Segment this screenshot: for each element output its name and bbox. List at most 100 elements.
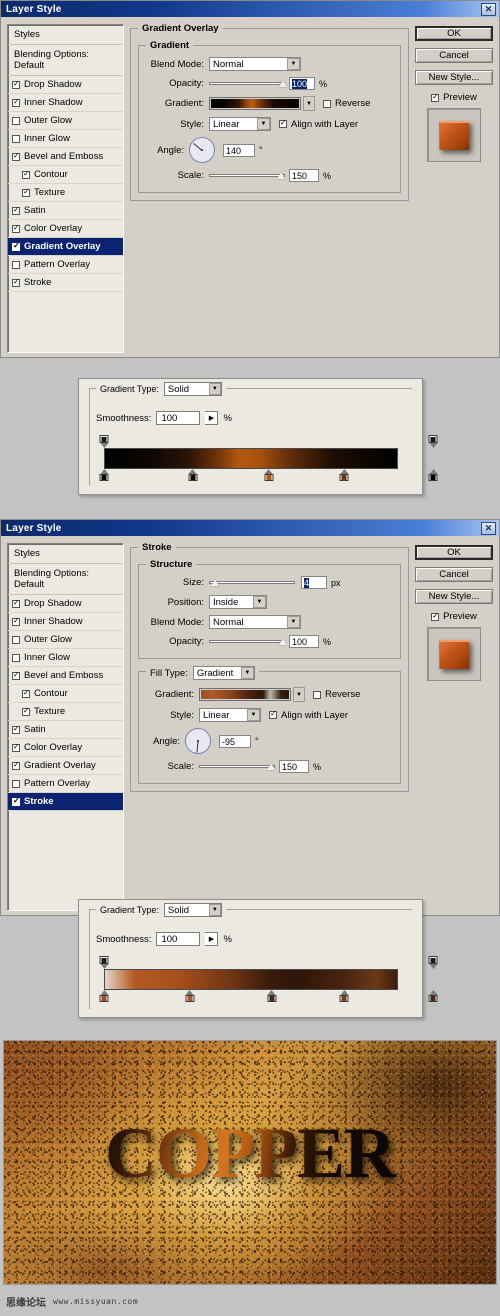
style-item-bevel-and-emboss[interactable]: Bevel and Emboss	[8, 667, 123, 685]
gradient-type-select[interactable]: Solid ▼	[163, 382, 222, 396]
style-select[interactable]: Linear ▼	[199, 708, 261, 722]
style-item-checkbox[interactable]	[12, 670, 20, 680]
gradient-type-select[interactable]: Solid ▼	[163, 903, 222, 917]
size-slider[interactable]	[209, 577, 295, 589]
close-icon[interactable]: ✕	[481, 521, 496, 535]
gradient-stop-head[interactable]	[99, 995, 109, 1002]
style-item-checkbox[interactable]	[12, 97, 20, 107]
style-item-checkbox[interactable]	[12, 598, 20, 608]
style-item-checkbox[interactable]	[12, 779, 20, 788]
chevron-down-icon[interactable]: ▼	[208, 904, 221, 916]
styles-list[interactable]: Styles Blending Options: Default Drop Sh…	[7, 543, 124, 911]
opacity-slider[interactable]	[209, 636, 287, 648]
gradient-opacity-stop[interactable]	[428, 956, 438, 969]
style-item-checkbox[interactable]	[12, 796, 20, 806]
style-item-inner-shadow[interactable]: Inner Shadow	[8, 94, 123, 112]
style-effects-list[interactable]: Drop Shadow Inner Shadow Outer Glow Inner G…	[8, 595, 123, 886]
style-item-checkbox[interactable]	[22, 706, 30, 716]
angle-input[interactable]: 140	[223, 143, 255, 157]
gradient-color-stop[interactable]	[188, 469, 198, 481]
style-item-checkbox[interactable]	[12, 616, 20, 626]
smoothness-stepper-icon[interactable]: ▶	[205, 932, 219, 946]
gradient-color-stop[interactable]	[99, 990, 109, 1002]
style-item-stroke[interactable]: Stroke	[8, 793, 123, 811]
slider-thumb[interactable]	[277, 171, 285, 179]
style-item-bevel-and-emboss[interactable]: Bevel and Emboss	[8, 148, 123, 166]
gradient-swatch[interactable]	[199, 688, 291, 701]
slider-thumb[interactable]	[211, 578, 219, 586]
chevron-down-icon[interactable]: ▼	[253, 596, 266, 608]
style-item-checkbox[interactable]	[12, 635, 20, 644]
angle-input[interactable]: -95	[219, 734, 251, 748]
style-item-drop-shadow[interactable]: Drop Shadow	[8, 76, 123, 94]
size-input[interactable]: 4	[301, 576, 327, 589]
style-item-checkbox[interactable]	[22, 187, 30, 197]
ok-button[interactable]: OK	[415, 545, 493, 560]
gradient-stop-head[interactable]	[428, 995, 438, 1002]
chevron-down-icon[interactable]: ▼	[287, 616, 300, 628]
align-with-layer-checkbox[interactable]	[269, 709, 277, 719]
align-with-layer-checkbox[interactable]	[279, 118, 287, 128]
style-item-checkbox[interactable]	[12, 653, 20, 662]
style-item-outer-glow[interactable]: Outer Glow	[8, 112, 123, 130]
ok-button[interactable]: OK	[415, 26, 493, 41]
gradient-opacity-stop[interactable]	[428, 435, 438, 448]
style-item-checkbox[interactable]	[22, 169, 30, 179]
style-select[interactable]: Linear ▼	[209, 117, 271, 131]
reverse-checkbox[interactable]	[313, 690, 321, 699]
gradient-stop-head[interactable]	[264, 474, 273, 481]
scale-input[interactable]: 150	[279, 760, 309, 773]
style-item-checkbox[interactable]	[12, 241, 20, 251]
style-item-checkbox[interactable]	[12, 79, 20, 89]
preview-checkbox[interactable]	[431, 92, 440, 102]
scale-input[interactable]: 150	[289, 169, 319, 182]
smoothness-input[interactable]: 100	[156, 411, 201, 425]
align-with-layer-row[interactable]: Align with Layer	[279, 118, 358, 130]
smoothness-input[interactable]: 100	[156, 932, 201, 946]
opacity-slider[interactable]	[209, 78, 287, 90]
gradient-stop-head[interactable]	[99, 956, 109, 964]
style-item-texture[interactable]: Texture	[8, 703, 123, 721]
style-item-checkbox[interactable]	[12, 742, 20, 752]
opacity-input[interactable]: 100	[289, 77, 315, 90]
style-item-inner-glow[interactable]: Inner Glow	[8, 649, 123, 667]
gradient-stop-head[interactable]	[99, 435, 109, 443]
gradient-bar-2[interactable]	[96, 956, 438, 1002]
align-with-layer-row[interactable]: Align with Layer	[269, 709, 348, 721]
gradient-stop-head[interactable]	[428, 435, 438, 443]
style-item-satin[interactable]: Satin	[8, 721, 123, 739]
fill-type-select[interactable]: Gradient ▼	[192, 666, 255, 680]
reverse-checkbox-row[interactable]: Reverse	[323, 98, 370, 109]
style-item-contour[interactable]: Contour	[8, 685, 123, 703]
scale-slider[interactable]	[199, 761, 275, 773]
styles-list[interactable]: Styles Blending Options: Default Drop Sh…	[7, 24, 124, 353]
gradient-bar-1[interactable]	[96, 435, 438, 481]
gradient-preview-strip[interactable]	[104, 969, 398, 990]
gradient-picker-chevron-icon[interactable]: ▼	[303, 96, 315, 111]
style-item-gradient-overlay[interactable]: Gradient Overlay	[8, 238, 123, 256]
preview-row[interactable]: Preview	[415, 611, 493, 622]
gradient-picker-chevron-icon[interactable]: ▼	[293, 687, 305, 702]
gradient-color-stop[interactable]	[99, 469, 109, 481]
blend-mode-select[interactable]: Normal ▼	[209, 615, 301, 629]
scale-slider[interactable]	[209, 170, 285, 182]
chevron-down-icon[interactable]: ▼	[257, 118, 270, 130]
style-item-pattern-overlay[interactable]: Pattern Overlay	[8, 775, 123, 793]
reverse-checkbox[interactable]	[323, 99, 331, 108]
gradient-stop-head[interactable]	[99, 474, 109, 481]
close-icon[interactable]: ✕	[481, 2, 496, 16]
gradient-color-stop[interactable]	[339, 990, 349, 1002]
slider-thumb[interactable]	[279, 637, 287, 645]
style-item-outer-glow[interactable]: Outer Glow	[8, 631, 123, 649]
gradient-stop-head[interactable]	[339, 474, 349, 481]
style-item-checkbox[interactable]	[12, 205, 20, 215]
reverse-checkbox-row[interactable]: Reverse	[313, 689, 360, 700]
angle-dial[interactable]	[185, 728, 211, 754]
chevron-down-icon[interactable]: ▼	[208, 383, 221, 395]
cancel-button[interactable]: Cancel	[415, 48, 493, 63]
style-item-checkbox[interactable]	[12, 277, 20, 287]
new-style-button[interactable]: New Style...	[415, 589, 493, 604]
style-item-checkbox[interactable]	[12, 116, 20, 125]
cancel-button[interactable]: Cancel	[415, 567, 493, 582]
gradient-color-stop[interactable]	[428, 469, 438, 481]
